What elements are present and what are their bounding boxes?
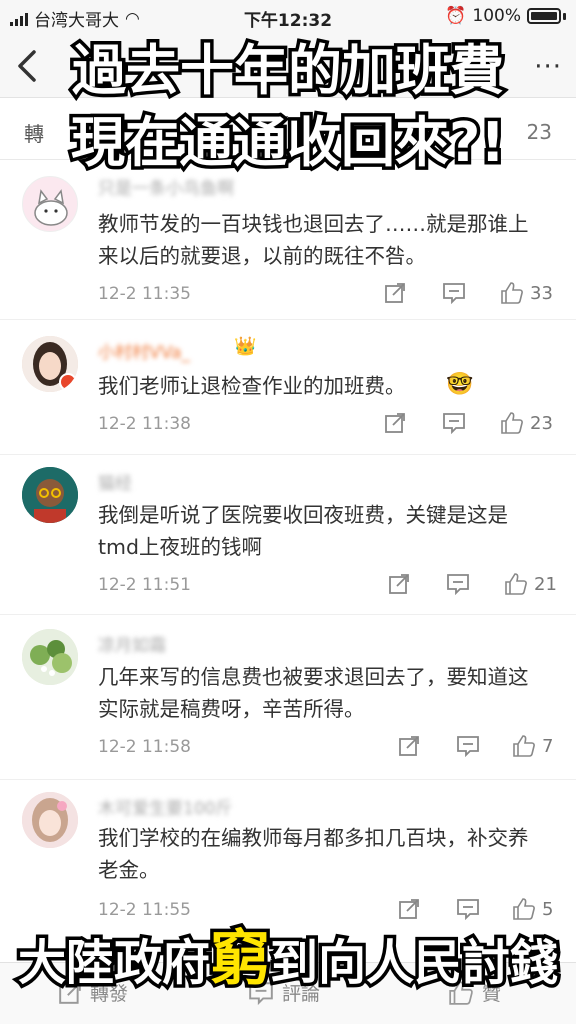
like-count: 33 [530, 282, 553, 304]
comment-icon[interactable] [446, 571, 470, 597]
overlay-caption-top-line2: 現在通通收回來?! [68, 108, 509, 178]
comment-meta: 12-2 11:51 21 [98, 571, 558, 601]
overlay-caption-top-line1: 過去十年的加班費 [69, 36, 508, 106]
like-count: 23 [530, 412, 553, 434]
comment-item: 凉月如霜 几年来写的信息费也被要求退回去了，要知道这实际就是稿费呀，辛苦所得。 … [0, 615, 576, 780]
comment-meta: 12-2 11:38 23 [98, 410, 558, 440]
comment-item: 小村村VVa_ 👑 我们老师让退检查作业的加班费。 🤓 12-2 11:38 2… [0, 320, 576, 455]
overlay-caption-bottom-post: 到向人民討錢 [266, 932, 561, 995]
comment-username[interactable]: 小村村VVa_ [98, 338, 190, 363]
comment-username[interactable]: 猫经 [98, 469, 132, 494]
avatar[interactable] [22, 629, 78, 685]
comment-time: 12-2 11:58 [98, 737, 191, 757]
overlay-caption-bottom: 大陸政府窮到向人民討錢 [0, 910, 576, 998]
comment-text: 教师节发的一百块钱也退回去了……就是那谁上来以后的就要退，以前的既往不咎。 [98, 212, 529, 268]
comment-meta: 12-2 11:58 7 [98, 733, 558, 763]
like-count: 21 [534, 573, 557, 595]
like-button[interactable]: 33 [500, 280, 553, 306]
thumbs-up-icon [505, 573, 527, 595]
overlay-caption-bottom-highlight: 窮 [207, 921, 274, 998]
repost-icon[interactable] [384, 280, 406, 306]
avatar[interactable] [22, 336, 78, 392]
alarm-icon: ⏰ [445, 6, 467, 26]
comment-time: 12-2 11:38 [98, 414, 191, 434]
comment-text: 几年来写的信息费也被要求退回去了，要知道这实际就是稿费呀，辛苦所得。 [98, 665, 529, 721]
comment-text: 我们老师让退检查作业的加班费。 [98, 374, 406, 398]
comment-username[interactable]: 木可爱生要100斤 [98, 794, 232, 819]
comment-item: 猫经 我倒是听说了医院要收回夜班费，关键是这是tmd上夜班的钱啊 12-2 11… [0, 455, 576, 615]
comment-time: 12-2 11:35 [98, 284, 191, 304]
comment-username[interactable]: 只是一条小鸟鱼啊 [98, 174, 234, 199]
repost-icon[interactable] [388, 571, 410, 597]
avatar[interactable] [22, 792, 78, 848]
comment-icon[interactable] [442, 280, 466, 306]
overlay-caption-bottom-pre: 大陸政府 [14, 932, 213, 995]
comment-icon[interactable] [442, 410, 466, 436]
battery-percent: 100% [472, 6, 521, 26]
comment-time: 12-2 11:51 [98, 575, 191, 595]
comment-meta: 12-2 11:35 33 [98, 280, 558, 310]
repost-icon[interactable] [384, 410, 406, 436]
comment-icon[interactable] [456, 733, 480, 759]
comment-item: 只是一条小鸟鱼啊 教师节发的一百块钱也退回去了……就是那谁上来以后的就要退，以前… [0, 160, 576, 320]
thumbs-up-icon [501, 282, 523, 304]
avatar[interactable] [22, 176, 78, 232]
battery-icon [527, 8, 561, 24]
thumbs-up-icon [501, 412, 523, 434]
comment-text: 我们学校的在编教师每月都多扣几百块，补交养老金。 [98, 826, 529, 882]
like-button[interactable]: 23 [500, 410, 553, 436]
like-count: 7 [542, 735, 554, 757]
thumbs-up-icon [513, 735, 535, 757]
repost-icon[interactable] [398, 733, 420, 759]
avatar[interactable] [22, 467, 78, 523]
like-button[interactable]: 21 [504, 571, 557, 597]
comment-text: 我倒是听说了医院要收回夜班费，关键是这是tmd上夜班的钱啊 [98, 503, 508, 559]
like-button[interactable]: 7 [512, 733, 553, 759]
comment-username[interactable]: 凉月如霜 [98, 631, 166, 656]
emoji-icon: 🤓 [446, 372, 474, 397]
vip-crown-icon: 👑 [234, 336, 257, 357]
